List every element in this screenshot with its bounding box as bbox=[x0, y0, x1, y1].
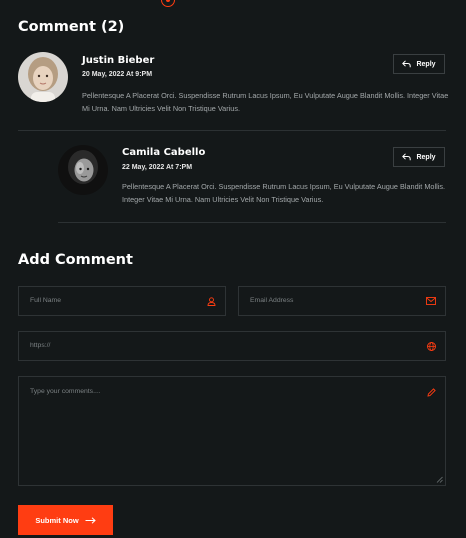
reply-label: Reply bbox=[416, 60, 436, 68]
reply-arrow-icon bbox=[402, 153, 412, 161]
comment-date: 20 May, 2022 At 9:PM bbox=[82, 71, 153, 78]
arrow-right-icon bbox=[85, 516, 96, 524]
reply-button[interactable]: Reply bbox=[393, 147, 445, 167]
resize-handle-icon[interactable] bbox=[436, 476, 443, 483]
pencil-icon bbox=[427, 388, 436, 397]
user-icon bbox=[207, 297, 216, 306]
email-field[interactable]: Email Address bbox=[238, 286, 446, 316]
email-placeholder: Email Address bbox=[250, 297, 294, 304]
divider bbox=[18, 130, 446, 131]
comment-author-name: Justin Bieber bbox=[82, 55, 155, 66]
avatar bbox=[18, 52, 68, 102]
submit-label: Submit Now bbox=[35, 515, 79, 525]
avatar bbox=[58, 145, 108, 195]
comment-author-name: Camila Cabello bbox=[122, 147, 206, 158]
comment-text: Pellentesque A Placerat Orci. Suspendiss… bbox=[122, 182, 445, 204]
url-placeholder: https:// bbox=[30, 342, 51, 349]
comments-title: Comment (2) bbox=[18, 19, 125, 35]
globe-icon bbox=[427, 342, 436, 351]
comment-text: Pellentesque A Placerat Orci. Suspendiss… bbox=[82, 91, 449, 113]
divider bbox=[58, 222, 446, 223]
comment-textarea[interactable]: Type your comments.... bbox=[18, 376, 446, 486]
url-field[interactable]: https:// bbox=[18, 331, 446, 361]
add-comment-title: Add Comment bbox=[18, 252, 133, 268]
comment-placeholder: Type your comments.... bbox=[30, 388, 101, 395]
comment-date: 22 May, 2022 At 7:PM bbox=[122, 164, 193, 171]
target-icon bbox=[161, 0, 175, 7]
reply-label: Reply bbox=[416, 153, 436, 161]
full-name-placeholder: Full Name bbox=[30, 297, 61, 304]
envelope-icon bbox=[426, 297, 436, 305]
reply-button[interactable]: Reply bbox=[393, 54, 445, 74]
full-name-field[interactable]: Full Name bbox=[18, 286, 226, 316]
submit-button[interactable]: Submit Now bbox=[18, 505, 113, 535]
reply-arrow-icon bbox=[402, 60, 412, 68]
